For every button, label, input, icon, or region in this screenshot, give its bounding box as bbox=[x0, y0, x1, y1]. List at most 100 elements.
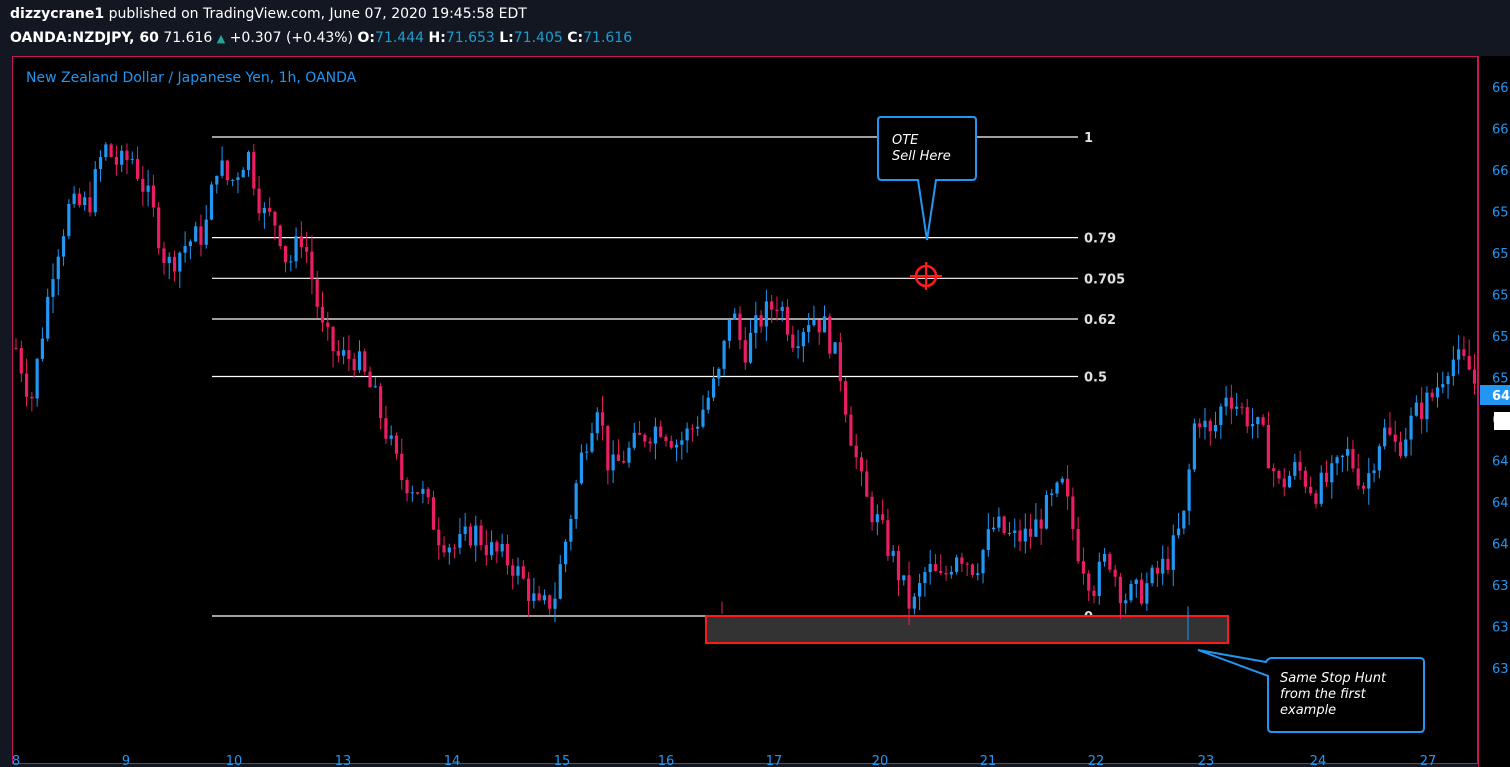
candle-body bbox=[674, 444, 679, 448]
candle-body bbox=[643, 434, 647, 442]
candle-body bbox=[1182, 510, 1186, 529]
candle-body bbox=[653, 426, 658, 444]
candle-body bbox=[933, 564, 938, 571]
candle-body bbox=[1076, 529, 1080, 562]
candle-body bbox=[178, 252, 182, 272]
candle-body bbox=[447, 547, 451, 553]
candle-body bbox=[875, 514, 879, 523]
candle-body bbox=[970, 564, 975, 575]
candle-body bbox=[1256, 417, 1260, 425]
candle-body bbox=[442, 545, 446, 553]
candle-body bbox=[775, 309, 779, 311]
candle-body bbox=[209, 184, 214, 220]
candle-body bbox=[379, 386, 383, 419]
x-axis-label: 20 bbox=[872, 754, 889, 767]
candle-body bbox=[1298, 462, 1302, 471]
x-axis-label: 9 bbox=[122, 754, 130, 767]
fib-level-label: 0.5 bbox=[1084, 371, 1107, 386]
candle-body bbox=[278, 225, 282, 246]
candle-body bbox=[1314, 493, 1318, 504]
candle-body bbox=[1446, 376, 1450, 385]
candle-body bbox=[627, 447, 631, 463]
candle-body bbox=[844, 381, 848, 415]
candle-body bbox=[1245, 407, 1249, 427]
candle-body bbox=[1129, 583, 1133, 601]
candle-body bbox=[590, 433, 594, 452]
candle-body bbox=[30, 396, 34, 399]
candle-body bbox=[1398, 441, 1403, 457]
candle-body bbox=[1150, 567, 1154, 584]
y-axis-label: 66 bbox=[1492, 164, 1509, 179]
candle-body bbox=[796, 346, 800, 349]
candle-body bbox=[56, 256, 60, 280]
candle-body bbox=[363, 351, 367, 372]
candle-body bbox=[1187, 469, 1191, 511]
candle-body bbox=[595, 412, 599, 434]
candle-body bbox=[1346, 448, 1350, 456]
candle-body bbox=[1145, 583, 1149, 604]
fib-level-label: 0.62 bbox=[1084, 313, 1116, 328]
candle-body bbox=[859, 457, 864, 472]
candle-body bbox=[1192, 423, 1197, 470]
candle-body bbox=[1023, 528, 1027, 542]
candle-body bbox=[563, 541, 568, 565]
candle-body bbox=[1282, 478, 1286, 488]
candle-body bbox=[1134, 579, 1138, 584]
x-axis-label: 23 bbox=[1198, 754, 1215, 767]
candle-body bbox=[194, 226, 198, 242]
candle-body bbox=[838, 342, 842, 382]
candle-body bbox=[907, 575, 911, 609]
candle-body bbox=[743, 340, 747, 363]
candle-body bbox=[61, 236, 66, 257]
candle-body bbox=[955, 557, 959, 572]
y-axis-label: 64 bbox=[1492, 455, 1509, 470]
chart-canvas[interactable]: 10.790.7050.620.50OTESell HereSame Stop … bbox=[0, 0, 1510, 767]
candle-body bbox=[474, 525, 478, 546]
candle-body bbox=[157, 207, 161, 249]
candle-body bbox=[384, 418, 388, 439]
ote-callout-line1: OTE bbox=[892, 133, 919, 148]
candle-body bbox=[400, 453, 404, 481]
candle-body bbox=[1414, 402, 1418, 416]
candle-body bbox=[1277, 470, 1281, 479]
candle-body bbox=[833, 342, 837, 354]
candle-body bbox=[421, 488, 425, 494]
candle-body bbox=[828, 316, 832, 354]
stop-callout-line2: from the first bbox=[1280, 687, 1367, 702]
candle-body bbox=[484, 545, 488, 556]
candle-body bbox=[754, 315, 758, 333]
candle-body bbox=[1240, 406, 1244, 408]
candle-body bbox=[854, 445, 858, 458]
candle-body bbox=[172, 256, 177, 272]
y-axis-label: 63 bbox=[1492, 579, 1509, 594]
candle-body bbox=[24, 373, 29, 397]
candle-body bbox=[1319, 472, 1323, 504]
candle-body bbox=[1208, 420, 1212, 432]
candle-body bbox=[1420, 402, 1424, 420]
candle-body bbox=[310, 251, 314, 280]
y-axis-label: 65 bbox=[1492, 289, 1509, 304]
candle-body bbox=[1161, 558, 1165, 574]
x-axis-label: 8 bbox=[12, 754, 20, 767]
candle-body bbox=[532, 593, 536, 601]
candle-body bbox=[944, 573, 948, 575]
candle-body bbox=[410, 492, 414, 494]
candle-body bbox=[558, 564, 562, 599]
candle-body bbox=[870, 496, 874, 523]
candle-body bbox=[294, 236, 298, 262]
y-axis-label: 63 bbox=[1492, 662, 1509, 677]
candle-body bbox=[14, 347, 18, 349]
candle-body bbox=[738, 313, 742, 341]
y-axis-label: 66 bbox=[1492, 81, 1509, 96]
y-axis-label: 65 bbox=[1492, 330, 1509, 345]
candle-body bbox=[918, 583, 922, 597]
candle-body bbox=[342, 350, 346, 356]
candle-body bbox=[780, 306, 784, 311]
candle-body bbox=[585, 451, 589, 453]
candle-body bbox=[1124, 600, 1128, 604]
candle-body bbox=[1372, 470, 1376, 474]
candle-body bbox=[231, 179, 235, 181]
candle-body bbox=[701, 409, 705, 427]
candle-body bbox=[1139, 579, 1144, 604]
candle-body bbox=[1462, 349, 1466, 356]
